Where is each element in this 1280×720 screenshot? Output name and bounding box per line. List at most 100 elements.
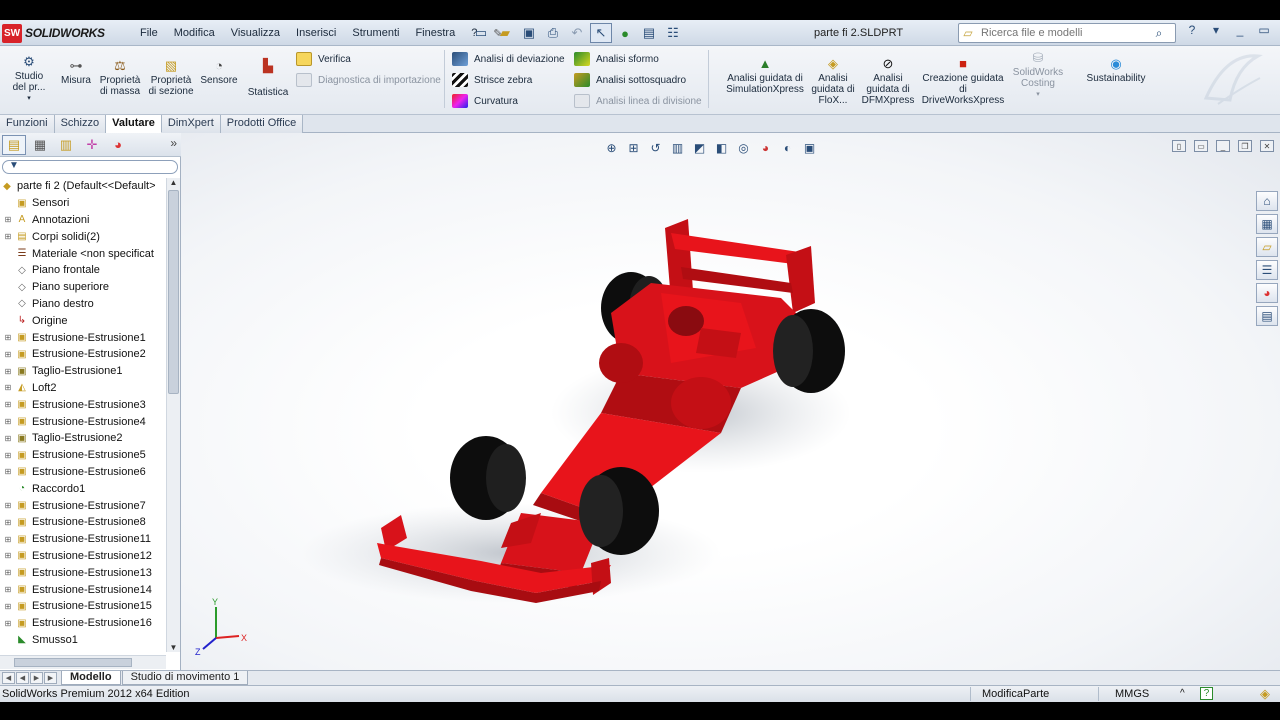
tree-item[interactable]: ◣ Smusso1 [0, 632, 166, 649]
expand-panel-icon[interactable]: » [170, 136, 177, 150]
tab-schizzo[interactable]: Schizzo [54, 115, 107, 133]
save-icon[interactable]: ▣ [518, 23, 540, 43]
tree-horizontal-scrollbar[interactable] [0, 655, 166, 669]
tree-item[interactable]: ◇ Piano superiore [0, 279, 166, 296]
expand-plus-icon[interactable]: ⊞ [3, 602, 13, 611]
section-properties-button[interactable]: ▧ Proprietà di sezione [146, 56, 196, 98]
rebuild-check-icon[interactable]: ? [1200, 687, 1213, 700]
expand-plus-icon[interactable]: ⊞ [3, 551, 13, 560]
parting-line-analysis-button[interactable]: Analisi linea di divisione [574, 92, 702, 110]
tab-studio-movimento[interactable]: Studio di movimento 1 [121, 671, 249, 685]
menu-modifica[interactable]: Modifica [166, 27, 223, 39]
scrollbar-thumb[interactable] [168, 190, 179, 394]
feature-manager-tab-icon[interactable]: ▤ [2, 134, 26, 155]
tree-item[interactable]: ⊞ ▣ Estrusione-Estrusione4 [0, 413, 166, 430]
tree-item[interactable]: ▣ Sensori [0, 195, 166, 212]
tree-item[interactable]: ⊞ ▣ Estrusione-Estrusione16 [0, 615, 166, 632]
statistics-button[interactable]: ▙ Statistica [244, 56, 292, 99]
formula-car-model[interactable]: Y X Z [181, 133, 1280, 670]
measure-button[interactable]: ⊶ Misura [58, 56, 94, 87]
tree-item[interactable]: ⊞ ▣ Estrusione-Estrusione5 [0, 447, 166, 464]
tree-item[interactable]: ⊞ ▣ Estrusione-Estrusione13 [0, 564, 166, 581]
tree-item[interactable]: ↳ Origine [0, 312, 166, 329]
display-manager-tab-icon[interactable]: ◕ [106, 135, 130, 155]
tree-item[interactable]: ⊞ ▣ Taglio-Estrusione1 [0, 363, 166, 380]
menu-visualizza[interactable]: Visualizza [223, 27, 288, 39]
rebuild-traffic-light-icon[interactable]: ● [614, 23, 636, 43]
simulationxpress-button[interactable]: ▲ Analisi guidata di SimulationXpress [722, 54, 808, 96]
help-icon[interactable]: ? [1182, 23, 1202, 37]
mass-properties-button[interactable]: ⚖ Proprietà di massa [96, 56, 144, 98]
tree-vertical-scrollbar[interactable]: ▲ ▼ [166, 178, 180, 652]
tree-item[interactable]: ☰ Materiale <non specificat [0, 245, 166, 262]
expand-plus-icon[interactable]: ⊞ [3, 568, 13, 577]
curvature-button[interactable]: Curvatura [452, 92, 518, 110]
tooltip-help-icon[interactable]: ◈ [1260, 686, 1270, 702]
minimize-window-icon[interactable]: _ [1230, 23, 1250, 37]
tree-item[interactable]: ⊞ ▣ Estrusione-Estrusione2 [0, 346, 166, 363]
dfmxpress-button[interactable]: ⊘ Analisi guidata di DFMXpress [860, 54, 916, 107]
scroll-up-arrow-icon[interactable]: ▲ [167, 178, 180, 187]
restore-window-icon[interactable]: ▭ [1254, 23, 1274, 37]
expand-plus-icon[interactable]: ⊞ [3, 417, 13, 426]
tab-prodotti-office[interactable]: Prodotti Office [220, 115, 304, 133]
deviation-analysis-button[interactable]: Analisi di deviazione [452, 50, 565, 68]
menu-inserisci[interactable]: Inserisci [288, 27, 344, 39]
undo-icon[interactable]: ↶ [566, 23, 588, 43]
last-tab-arrow-icon[interactable]: ▶ [44, 672, 57, 684]
expand-plus-icon[interactable]: ⊞ [3, 518, 13, 527]
new-document-icon[interactable]: ▭ [470, 23, 492, 43]
expand-plus-icon[interactable]: ⊞ [3, 585, 13, 594]
tree-item[interactable]: ⊞ A Annotazioni [0, 212, 166, 229]
tree-item[interactable]: ⊞ ◭ Loft2 [0, 380, 166, 397]
tree-item[interactable]: ⊞ ▣ Estrusione-Estrusione15 [0, 598, 166, 615]
scrollbar-thumb[interactable] [14, 658, 132, 667]
dimxpert-manager-tab-icon[interactable]: ✛ [80, 135, 104, 155]
expand-plus-icon[interactable]: ⊞ [3, 501, 13, 510]
expand-plus-icon[interactable]: ⊞ [3, 367, 13, 376]
driveworksxpress-button[interactable]: ■ Creazione guidata di DriveWorksXpress [918, 54, 1008, 107]
tree-item[interactable]: ⊞ ▣ Estrusione-Estrusione6 [0, 464, 166, 481]
graphics-area[interactable]: ⊕ ⊞ ↺ ▥ ◩ ◧ ◎ ◕ ◐ ▣ ▯ ▭ _ ❐ ✕ ⌂ ▦ ▱ ☰ ◕ … [181, 133, 1280, 670]
sustainability-button[interactable]: ◉ Sustainability [1082, 54, 1150, 85]
tab-dimxpert[interactable]: DimXpert [161, 115, 221, 133]
solidworks-logo[interactable]: SW SOLIDWORKS [2, 23, 126, 43]
options-icon[interactable]: ☷ [662, 23, 684, 43]
file-properties-icon[interactable]: ▤ [638, 23, 660, 43]
select-pointer-icon[interactable]: ↖ [590, 23, 612, 43]
expand-plus-icon[interactable]: ⊞ [3, 400, 13, 409]
tree-item[interactable]: ⊞ ▣ Taglio-Estrusione2 [0, 430, 166, 447]
floxpress-button[interactable]: ◈ Analisi guidata di FloX... [810, 54, 856, 107]
expand-plus-icon[interactable]: ⊞ [3, 535, 13, 544]
tree-item[interactable]: ⊞ ▣ Estrusione-Estrusione3 [0, 396, 166, 413]
sensor-button[interactable]: ◔ Sensore [198, 56, 240, 87]
tree-item[interactable]: ⊞ ▣ Estrusione-Estrusione8 [0, 514, 166, 531]
open-folder-icon[interactable]: ▰ [494, 23, 516, 43]
expand-plus-icon[interactable]: ⊞ [3, 467, 13, 476]
tab-modello[interactable]: Modello [61, 671, 121, 685]
expand-plus-icon[interactable]: ⊞ [3, 333, 13, 342]
expand-plus-icon[interactable]: ⊞ [3, 215, 13, 224]
import-diagnostics-button[interactable]: Diagnostica di importazione [296, 71, 441, 89]
study-button[interactable]: ⚙ Studio del pr... ▾ [8, 52, 50, 104]
tree-item[interactable]: ◔ Raccordo1 [0, 480, 166, 497]
costing-button[interactable]: ⛁ SolidWorks Costing ▾ [1010, 48, 1066, 100]
tree-item[interactable]: ⊞ ▣ Estrusione-Estrusione11 [0, 531, 166, 548]
status-units[interactable]: MMGS [1115, 688, 1149, 700]
print-icon[interactable]: ⎙ [542, 23, 564, 43]
expand-plus-icon[interactable]: ⊞ [3, 451, 13, 460]
tree-item[interactable]: ◇ Piano destro [0, 296, 166, 313]
expand-plus-icon[interactable]: ⊞ [3, 350, 13, 359]
tree-item[interactable]: ⊞ ▣ Estrusione-Estrusione14 [0, 581, 166, 598]
next-tab-arrow-icon[interactable]: ▶ [30, 672, 43, 684]
expand-plus-icon[interactable]: ⊞ [3, 434, 13, 443]
search-input[interactable] [977, 24, 1149, 42]
tree-item[interactable]: ⊞ ▣ Estrusione-Estrusione1 [0, 329, 166, 346]
menu-strumenti[interactable]: Strumenti [344, 27, 407, 39]
first-tab-arrow-icon[interactable]: ◀ [2, 672, 15, 684]
verify-button[interactable]: Verifica [296, 50, 351, 68]
scroll-down-arrow-icon[interactable]: ▼ [167, 643, 180, 652]
chevron-down-icon[interactable]: ▾ [1206, 23, 1226, 37]
tree-item[interactable]: ⊞ ▤ Corpi solidi(2) [0, 228, 166, 245]
expand-plus-icon[interactable]: ⊞ [3, 619, 13, 628]
